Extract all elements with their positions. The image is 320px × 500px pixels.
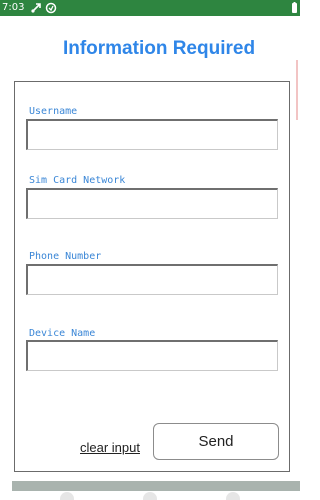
status-time: 7:03 xyxy=(2,2,25,13)
sim-card-network-label: Sim Card Network xyxy=(29,175,126,186)
phone-number-label: Phone Number xyxy=(29,251,102,262)
sync-icon xyxy=(45,2,57,14)
page-title: Information Required xyxy=(62,38,256,59)
nav-recents-icon xyxy=(226,492,240,500)
edge-accent xyxy=(296,60,298,120)
nav-back-icon xyxy=(60,492,74,500)
status-right xyxy=(291,2,298,17)
bottom-scrollbar xyxy=(12,481,300,491)
status-bar: 7:03 xyxy=(0,0,300,16)
username-label: Username xyxy=(29,106,78,117)
device-name-label: Device Name xyxy=(29,328,96,339)
device-name-input[interactable] xyxy=(26,340,278,371)
clear-input-link[interactable]: clear input xyxy=(80,440,140,455)
username-input[interactable] xyxy=(26,119,278,150)
send-button[interactable]: Send xyxy=(153,423,279,460)
sim-card-network-input[interactable] xyxy=(26,188,278,219)
nav-bar xyxy=(0,491,300,500)
usb-debug-icon xyxy=(31,3,41,13)
phone-number-input[interactable] xyxy=(26,264,278,295)
nav-home-icon xyxy=(143,492,157,500)
battery-icon xyxy=(292,2,297,13)
